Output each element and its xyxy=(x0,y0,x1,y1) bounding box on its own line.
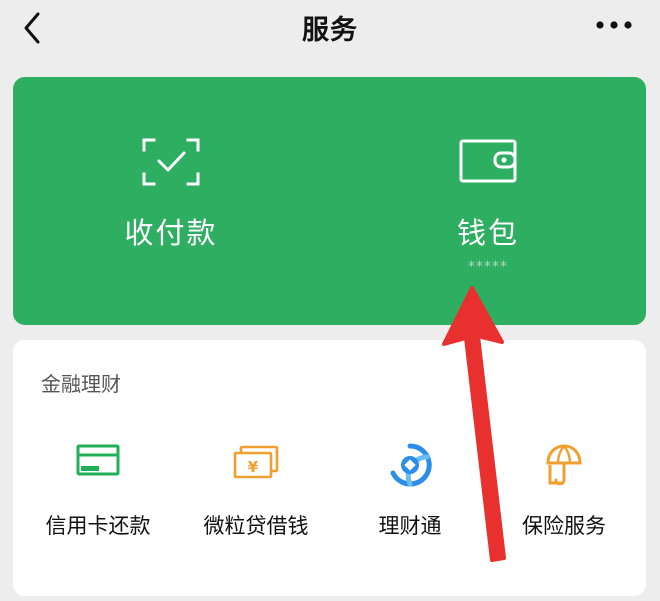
page-title: 服务 xyxy=(302,15,358,46)
credit-card-repay-label: 信用卡还款 xyxy=(45,514,151,538)
licaitong-icon xyxy=(390,443,432,487)
umbrella-icon xyxy=(546,444,582,486)
credit-card-icon xyxy=(76,444,120,476)
wallet-icon xyxy=(459,139,517,183)
weilidai-label: 微粒贷借钱 xyxy=(203,514,309,538)
pay-wallet-card: 收付款 钱包 ***** xyxy=(13,77,646,325)
weilidai-button[interactable]: ¥ 微粒贷借钱 xyxy=(177,425,335,545)
pay-receive-button[interactable]: 收付款 xyxy=(13,77,329,325)
section-title: 金融理财 xyxy=(41,372,121,396)
wallet-label: 钱包 xyxy=(456,216,519,250)
more-button[interactable] xyxy=(594,14,634,36)
svg-text:¥: ¥ xyxy=(248,458,259,476)
nav-bar: 服务 xyxy=(0,0,660,60)
finance-section: 金融理财 信用卡还款 ¥ 微粒贷借钱 理财通 保险服务 xyxy=(13,340,646,596)
pay-receive-label: 收付款 xyxy=(124,216,218,250)
credit-card-repay-button[interactable]: 信用卡还款 xyxy=(19,425,177,545)
red-arrow-icon xyxy=(442,286,506,562)
scan-check-icon xyxy=(142,138,200,186)
more-dots-icon xyxy=(596,21,632,29)
yuan-bills-icon: ¥ xyxy=(233,445,279,479)
